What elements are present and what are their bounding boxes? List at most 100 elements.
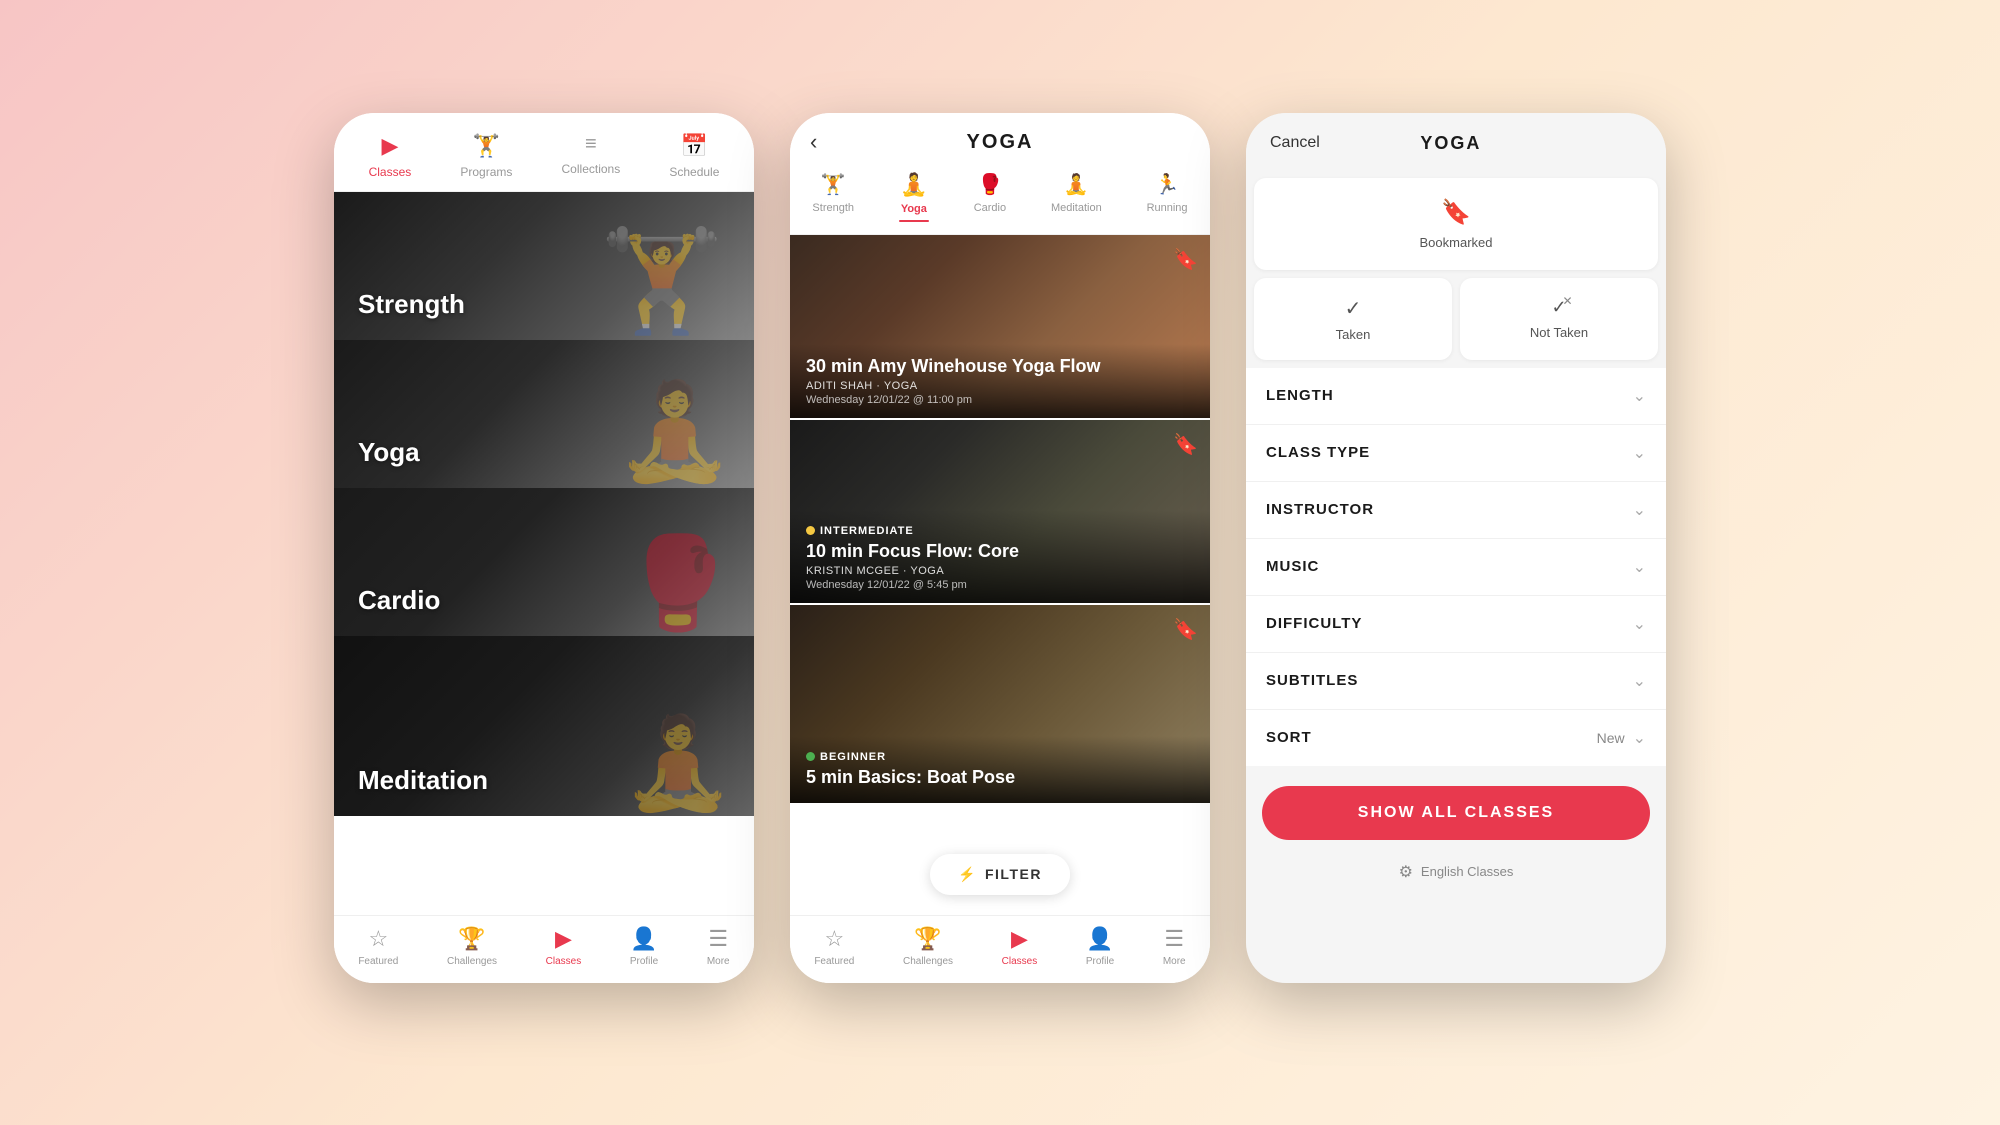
classes-label: Classes: [546, 956, 582, 967]
class-item-1-meta: KRISTIN MCGEE · YOGA: [806, 565, 1194, 577]
cat-running-icon: 🏃: [1155, 172, 1180, 197]
s2-featured-label: Featured: [814, 956, 854, 967]
filter-length[interactable]: LENGTH ⌄: [1246, 368, 1666, 425]
filter-music[interactable]: MUSIC ⌄: [1246, 539, 1666, 596]
cat-running[interactable]: 🏃 Running: [1147, 172, 1188, 222]
english-classes-row[interactable]: ⚙ English Classes: [1246, 852, 1666, 892]
meditation-label: Meditation: [358, 765, 488, 796]
tab-classes[interactable]: ▶ Classes: [546, 926, 582, 967]
difficulty-label: DIFFICULTY: [1266, 615, 1362, 632]
cat-meditation-label: Meditation: [1051, 202, 1102, 214]
bookmark-2[interactable]: 🔖: [1173, 617, 1198, 642]
nav-schedule-label: Schedule: [669, 165, 719, 179]
filter-difficulty[interactable]: DIFFICULTY ⌄: [1246, 596, 1666, 653]
cat-strength[interactable]: 🏋 Strength: [812, 172, 854, 222]
english-classes-label: English Classes: [1421, 864, 1514, 879]
nav-collections[interactable]: ≡ Collections: [562, 133, 621, 179]
subtitles-chevron: ⌄: [1633, 671, 1646, 691]
not-taken-box[interactable]: ✓ ✕ Not Taken: [1460, 278, 1658, 360]
meditation-person: 🧘: [622, 711, 734, 816]
class-item-0-time: Wednesday 12/01/22 @ 11:00 pm: [806, 394, 1194, 406]
strength-label: Strength: [358, 289, 465, 320]
filter-subtitles[interactable]: SUBTITLES ⌄: [1246, 653, 1666, 710]
featured-icon: ☆: [368, 926, 388, 952]
class-cards-list: Strength 🏋 Yoga 🧘 Cardio 🥊 Meditation 🧘: [334, 192, 754, 915]
cancel-button[interactable]: Cancel: [1270, 134, 1320, 152]
schedule-icon: 📅: [681, 133, 708, 159]
screen2-title: YOGA: [967, 131, 1034, 154]
play-icon: ▶: [381, 133, 398, 159]
class-type-chevron: ⌄: [1633, 443, 1646, 463]
s2-tab-more[interactable]: ☰ More: [1163, 926, 1186, 967]
tab-profile[interactable]: 👤 Profile: [630, 926, 658, 967]
tab-featured[interactable]: ☆ Featured: [358, 926, 398, 967]
s2-tab-featured[interactable]: ☆ Featured: [814, 926, 854, 967]
cat-yoga[interactable]: 🧘 Yoga: [899, 172, 929, 222]
class-item-0[interactable]: 30 min Amy Winehouse Yoga Flow ADITI SHA…: [790, 235, 1210, 420]
badge-text-2: BEGINNER: [820, 751, 886, 763]
cat-cardio[interactable]: 🥊 Cardio: [974, 172, 1006, 222]
bookmarked-label: Bookmarked: [1420, 235, 1493, 250]
class-item-0-meta: ADITI SHAH · YOGA: [806, 380, 1194, 392]
instructor-label: INSTRUCTOR: [1266, 501, 1374, 518]
taken-box[interactable]: ✓ Taken: [1254, 278, 1452, 360]
programs-icon: 🏋: [473, 133, 500, 159]
s2-featured-icon: ☆: [824, 926, 844, 952]
sort-value-row: New ⌄: [1597, 728, 1646, 748]
bookmarked-box[interactable]: 🔖 Bookmarked: [1254, 178, 1658, 270]
class-card-strength[interactable]: Strength 🏋: [334, 192, 754, 340]
screen3-filter: Cancel YOGA 🔖 Bookmarked ✓ Taken ✓ ✕ Not…: [1246, 113, 1666, 983]
cat-meditation[interactable]: 🧘 Meditation: [1051, 172, 1102, 222]
filter-instructor[interactable]: INSTRUCTOR ⌄: [1246, 482, 1666, 539]
class-card-yoga[interactable]: Yoga 🧘: [334, 340, 754, 488]
yoga-label: Yoga: [358, 437, 420, 468]
nav-classes[interactable]: ▶ Classes: [369, 133, 412, 179]
tab-more[interactable]: ☰ More: [707, 926, 730, 967]
s2-classes-label: Classes: [1002, 956, 1038, 967]
show-all-classes-button[interactable]: SHOW ALL CLASSES: [1262, 786, 1650, 840]
nav-schedule[interactable]: 📅 Schedule: [669, 133, 719, 179]
class-badge-1: INTERMEDIATE: [806, 525, 914, 537]
sort-row[interactable]: SORT New ⌄: [1246, 710, 1666, 766]
class-item-1[interactable]: INTERMEDIATE 10 min Focus Flow: Core KRI…: [790, 420, 1210, 605]
class-type-label: CLASS TYPE: [1266, 444, 1370, 461]
s2-tab-profile[interactable]: 👤 Profile: [1086, 926, 1114, 967]
filter-class-type[interactable]: CLASS TYPE ⌄: [1246, 425, 1666, 482]
filter-label: FILTER: [985, 866, 1042, 882]
difficulty-chevron: ⌄: [1633, 614, 1646, 634]
nav-collections-label: Collections: [562, 162, 621, 176]
class-item-2[interactable]: BEGINNER 5 min Basics: Boat Pose 🔖: [790, 605, 1210, 805]
cardio-person: 🥊: [622, 531, 734, 636]
category-tabs: 🏋 Strength 🧘 Yoga 🥊 Cardio 🧘 Meditation …: [790, 164, 1210, 235]
tab-challenges[interactable]: 🏆 Challenges: [447, 926, 497, 967]
cat-strength-label: Strength: [812, 202, 854, 214]
cat-cardio-icon: 🥊: [977, 172, 1002, 197]
filter-rows: LENGTH ⌄ CLASS TYPE ⌄ INSTRUCTOR ⌄ MUSIC…: [1246, 368, 1666, 766]
check-nottaken-icon: ✓ ✕: [1551, 296, 1566, 319]
class-item-2-info: BEGINNER 5 min Basics: Boat Pose: [790, 736, 1210, 803]
bookmark-0[interactable]: 🔖: [1173, 247, 1198, 272]
s2-profile-label: Profile: [1086, 956, 1114, 967]
taken-row: ✓ Taken ✓ ✕ Not Taken: [1254, 278, 1658, 360]
filter-button[interactable]: ⚡ FILTER: [930, 854, 1070, 895]
class-item-1-info: INTERMEDIATE 10 min Focus Flow: Core KRI…: [790, 510, 1210, 603]
s2-tab-classes[interactable]: ▶ Classes: [1002, 926, 1038, 967]
back-button[interactable]: ‹: [810, 129, 817, 155]
badge-dot-2: [806, 752, 815, 761]
bookmark-1[interactable]: 🔖: [1173, 432, 1198, 457]
nav-programs-label: Programs: [460, 165, 512, 179]
sort-value: New: [1597, 730, 1625, 746]
class-item-2-name: 5 min Basics: Boat Pose: [806, 767, 1194, 788]
s2-challenges-icon: 🏆: [914, 926, 941, 952]
cardio-label: Cardio: [358, 585, 440, 616]
nav-programs[interactable]: 🏋 Programs: [460, 133, 512, 179]
screen3-title: YOGA: [1420, 133, 1481, 154]
class-card-meditation[interactable]: Meditation 🧘: [334, 636, 754, 816]
cat-yoga-icon: 🧘: [900, 172, 927, 198]
screen1-tabbar: ☆ Featured 🏆 Challenges ▶ Classes 👤 Prof…: [334, 915, 754, 983]
badge-dot-1: [806, 526, 815, 535]
not-taken-label: Not Taken: [1530, 325, 1588, 340]
class-card-cardio[interactable]: Cardio 🥊: [334, 488, 754, 636]
classes-icon: ▶: [555, 926, 572, 952]
s2-tab-challenges[interactable]: 🏆 Challenges: [903, 926, 953, 967]
